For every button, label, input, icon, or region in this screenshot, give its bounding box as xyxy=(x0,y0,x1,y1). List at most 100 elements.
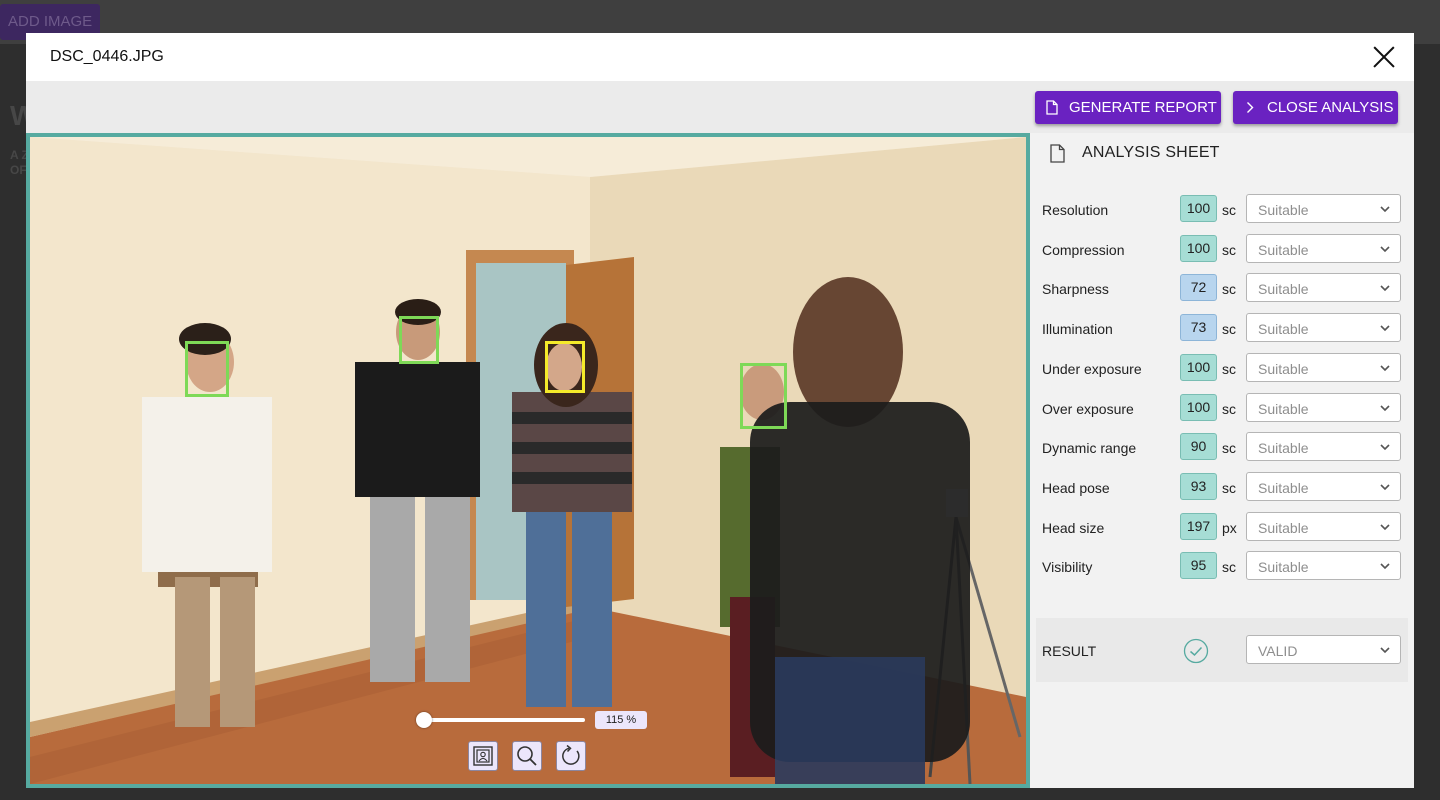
metric-rating-select[interactable]: Suitable xyxy=(1246,551,1401,580)
zoom-slider-track[interactable] xyxy=(420,718,585,722)
metric-rating-select[interactable]: Suitable xyxy=(1246,512,1401,541)
select-value: Suitable xyxy=(1258,281,1309,297)
rotate-button[interactable] xyxy=(556,741,586,771)
metric-rating-select[interactable]: Suitable xyxy=(1246,313,1401,342)
image-viewer[interactable]: 115 % xyxy=(26,133,1030,788)
close-analysis-button[interactable]: CLOSE ANALYSIS xyxy=(1233,91,1398,124)
chevron-down-icon xyxy=(1380,647,1390,654)
analysis-sheet-panel: ANALYSIS SHEET Resolution 100 sc Suitabl… xyxy=(1030,133,1414,788)
metric-unit: sc xyxy=(1222,480,1236,496)
select-value: Suitable xyxy=(1258,202,1309,218)
chevron-right-icon xyxy=(1247,102,1254,113)
metric-rating-select[interactable]: Suitable xyxy=(1246,393,1401,422)
metric-unit: sc xyxy=(1222,321,1236,337)
rotate-icon xyxy=(562,744,580,765)
result-row: RESULT VALID xyxy=(1036,618,1408,682)
metric-label: Head pose xyxy=(1042,480,1110,496)
chevron-down-icon xyxy=(1380,444,1390,451)
analysis-row-illumination: Illumination 73 sc Suitable xyxy=(1030,313,1414,343)
metric-label: Compression xyxy=(1042,242,1125,258)
analysis-row-head-pose: Head pose 93 sc Suitable xyxy=(1030,472,1414,502)
chevron-down-icon xyxy=(1380,484,1390,491)
metric-score: 93 xyxy=(1180,473,1217,500)
metric-label: Sharpness xyxy=(1042,281,1109,297)
metric-score: 95 xyxy=(1180,552,1217,579)
select-value: Suitable xyxy=(1258,242,1309,258)
metric-score: 73 xyxy=(1180,314,1217,341)
chevron-down-icon xyxy=(1380,524,1390,531)
metric-score: 100 xyxy=(1180,235,1217,262)
select-value: Suitable xyxy=(1258,401,1309,417)
generate-report-label: GENERATE REPORT xyxy=(1069,99,1217,116)
metric-rating-select[interactable]: Suitable xyxy=(1246,353,1401,382)
select-value: Suitable xyxy=(1258,440,1309,456)
metric-rating-select[interactable]: Suitable xyxy=(1246,432,1401,461)
zoom-button[interactable] xyxy=(512,741,542,771)
chevron-down-icon xyxy=(1380,325,1390,332)
analysis-row-over-exposure: Over exposure 100 sc Suitable xyxy=(1030,393,1414,423)
metric-unit: sc xyxy=(1222,242,1236,258)
face-detection-box[interactable] xyxy=(185,341,229,397)
face-detection-box[interactable] xyxy=(740,363,787,429)
analysis-row-resolution: Resolution 100 sc Suitable xyxy=(1030,194,1414,224)
modal-title: DSC_0446.JPG xyxy=(50,48,164,65)
close-icon[interactable] xyxy=(1372,45,1396,69)
metric-score: 100 xyxy=(1180,195,1217,222)
metric-unit: sc xyxy=(1222,401,1236,417)
chevron-down-icon xyxy=(1380,246,1390,253)
modal-toolbar: GENERATE REPORT CLOSE ANALYSIS xyxy=(26,81,1414,133)
analysis-modal: DSC_0446.JPG GENERATE REPORT CLOSE ANALY… xyxy=(26,33,1414,788)
document-icon xyxy=(1046,100,1058,115)
metric-label: Head size xyxy=(1042,520,1105,536)
analysis-sheet-title: ANALYSIS SHEET xyxy=(1082,144,1220,161)
metric-label: Visibility xyxy=(1042,559,1093,575)
metric-unit: sc xyxy=(1222,202,1236,218)
select-value: Suitable xyxy=(1258,321,1309,337)
select-value: Suitable xyxy=(1258,480,1309,496)
metric-label: Illumination xyxy=(1042,321,1113,337)
metric-label: Dynamic range xyxy=(1042,440,1137,456)
result-select[interactable]: VALID xyxy=(1246,635,1401,664)
photo-canvas xyxy=(30,137,1026,784)
metric-score: 72 xyxy=(1180,274,1217,301)
select-value: Suitable xyxy=(1258,559,1309,575)
zoom-icon xyxy=(517,746,537,766)
metric-rating-select[interactable]: Suitable xyxy=(1246,234,1401,263)
metric-rating-select[interactable]: Suitable xyxy=(1246,273,1401,302)
select-value: Suitable xyxy=(1258,361,1309,377)
close-analysis-label: CLOSE ANALYSIS xyxy=(1267,99,1394,116)
portrait-frame-button[interactable] xyxy=(468,741,498,771)
metric-unit: sc xyxy=(1222,440,1236,456)
zoom-level-label: 115 % xyxy=(595,711,647,729)
portrait-frame-icon xyxy=(473,746,493,766)
metric-unit: sc xyxy=(1222,281,1236,297)
face-detection-box[interactable] xyxy=(399,316,439,364)
metric-rating-select[interactable]: Suitable xyxy=(1246,194,1401,223)
check-circle-icon xyxy=(1183,638,1209,664)
analysis-row-head-size: Head size 197 px Suitable xyxy=(1030,512,1414,542)
chevron-down-icon xyxy=(1380,285,1390,292)
select-value: VALID xyxy=(1258,643,1298,659)
generate-report-button[interactable]: GENERATE REPORT xyxy=(1035,91,1221,124)
metric-score: 100 xyxy=(1180,394,1217,421)
face-detection-box-selected[interactable] xyxy=(545,341,585,393)
analysis-row-sharpness: Sharpness 72 sc Suitable xyxy=(1030,273,1414,303)
metric-label: Resolution xyxy=(1042,202,1109,218)
metric-score: 197 xyxy=(1180,513,1217,540)
analysis-row-under-exposure: Under exposure 100 sc Suitable xyxy=(1030,353,1414,383)
chevron-down-icon xyxy=(1380,563,1390,570)
metric-unit: sc xyxy=(1222,361,1236,377)
result-label: RESULT xyxy=(1042,643,1097,659)
document-icon xyxy=(1050,144,1065,163)
metric-rating-select[interactable]: Suitable xyxy=(1246,472,1401,501)
metric-score: 90 xyxy=(1180,433,1217,460)
metric-score: 100 xyxy=(1180,354,1217,381)
metric-label: Over exposure xyxy=(1042,401,1134,417)
metric-unit: px xyxy=(1222,520,1237,536)
zoom-slider-handle[interactable] xyxy=(416,712,432,728)
metric-unit: sc xyxy=(1222,559,1236,575)
analysis-row-dynamic-range: Dynamic range 90 sc Suitable xyxy=(1030,432,1414,462)
select-value: Suitable xyxy=(1258,520,1309,536)
analysis-sheet-header: ANALYSIS SHEET xyxy=(1030,133,1414,175)
analysis-row-compression: Compression 100 sc Suitable xyxy=(1030,234,1414,264)
